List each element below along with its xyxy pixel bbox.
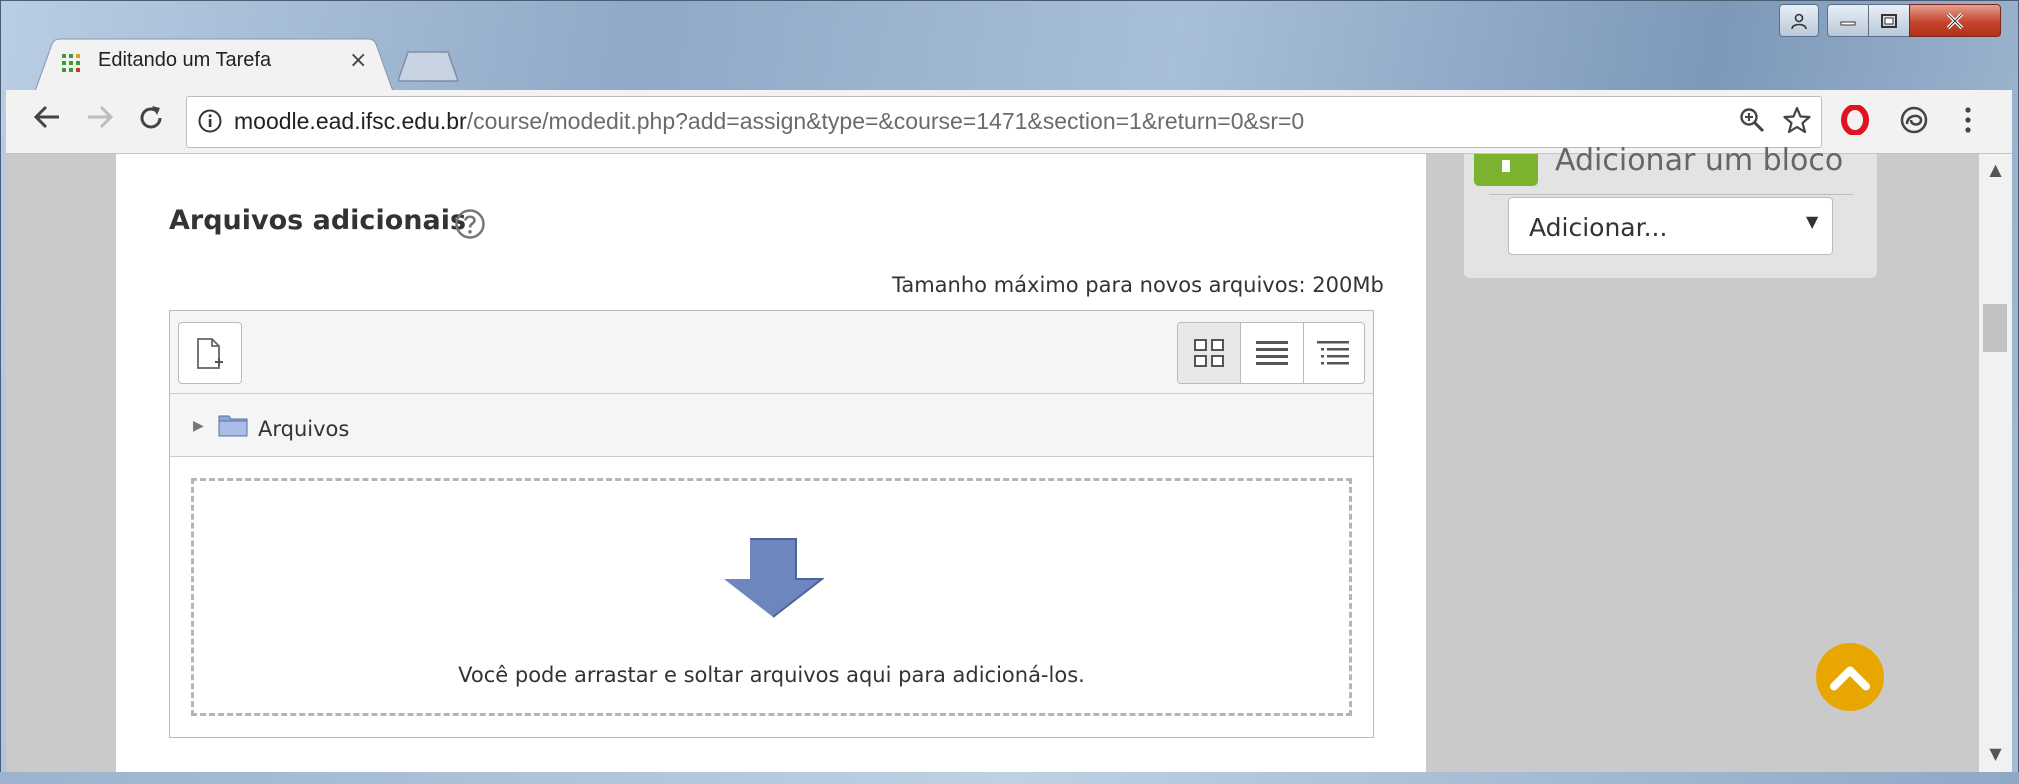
star-icon[interactable] [1783,106,1811,134]
url-text[interactable]: moodle.ead.ifsc.edu.br/course/modedit.ph… [234,108,1304,135]
tab-close-icon[interactable]: × [349,48,367,74]
minimize-button[interactable] [1827,4,1869,37]
maximize-button[interactable] [1868,4,1910,37]
grid-view-icon [1194,339,1224,367]
user-profile-button[interactable] [1779,4,1819,37]
view-tree-button[interactable] [1302,323,1364,383]
question-circle-icon[interactable] [454,208,486,240]
folder-icon [218,415,248,437]
url-path: /course/modedit.php?add=assign&type=&cou… [466,108,1305,134]
window-bottom-border [0,772,2019,784]
max-file-size-text: Tamanho máximo para novos arquivos: 200M… [892,273,1384,297]
drop-zone-text: Você pode arrastar e soltar arquivos aqu… [458,663,1085,687]
kebab-menu-icon[interactable] [1963,106,1973,134]
close-icon [1946,12,1964,29]
list-view-icon [1256,341,1288,365]
block-divider [1489,194,1853,195]
moodle-favicon-icon [62,54,80,72]
add-file-button[interactable] [178,322,242,384]
section-title: Arquivos adicionais [169,205,467,236]
tab-title: Editando um Tarefa [98,49,272,71]
folder-path-label[interactable]: Arquivos [258,417,349,441]
new-tab-button[interactable] [398,50,460,82]
view-icons-button[interactable] [1178,323,1240,383]
view-details-button[interactable] [1240,323,1304,383]
back-to-top-button[interactable] [1816,643,1884,711]
file-manager-path-bar [170,394,1373,457]
chevron-up-icon [1830,666,1870,691]
url-host: moodle.ead.ifsc.edu.br [234,108,467,134]
scroll-down-arrow-icon[interactable]: ▼ [1979,744,2012,763]
arrow-left-icon[interactable] [33,104,61,130]
block-title: Adicionar um bloco [1555,143,1844,178]
reload-icon[interactable] [137,104,165,132]
chevron-down-icon: ▼ [1806,212,1819,231]
minimize-icon [1840,21,1856,25]
maximize-icon [1881,13,1897,28]
zoom-icon[interactable] [1739,107,1765,133]
close-window-button[interactable] [1909,4,2001,37]
scrollbar-thumb[interactable] [1983,304,2007,352]
add-block-icon [1474,154,1538,186]
vertical-scrollbar[interactable] [1979,154,2012,772]
add-block-select-value: Adicionar... [1529,213,1668,242]
scroll-up-arrow-icon[interactable]: ▲ [1979,160,2012,179]
vpn-icon[interactable] [1899,105,1929,135]
arrow-right-icon[interactable] [86,104,114,130]
opera-icon[interactable] [1840,105,1870,135]
expand-arrow-icon[interactable]: ▶ [193,418,204,434]
tree-view-icon [1317,341,1349,365]
download-arrow-icon [724,538,824,618]
add-file-icon [197,338,223,369]
info-icon[interactable] [197,108,223,134]
user-icon [1791,13,1807,29]
